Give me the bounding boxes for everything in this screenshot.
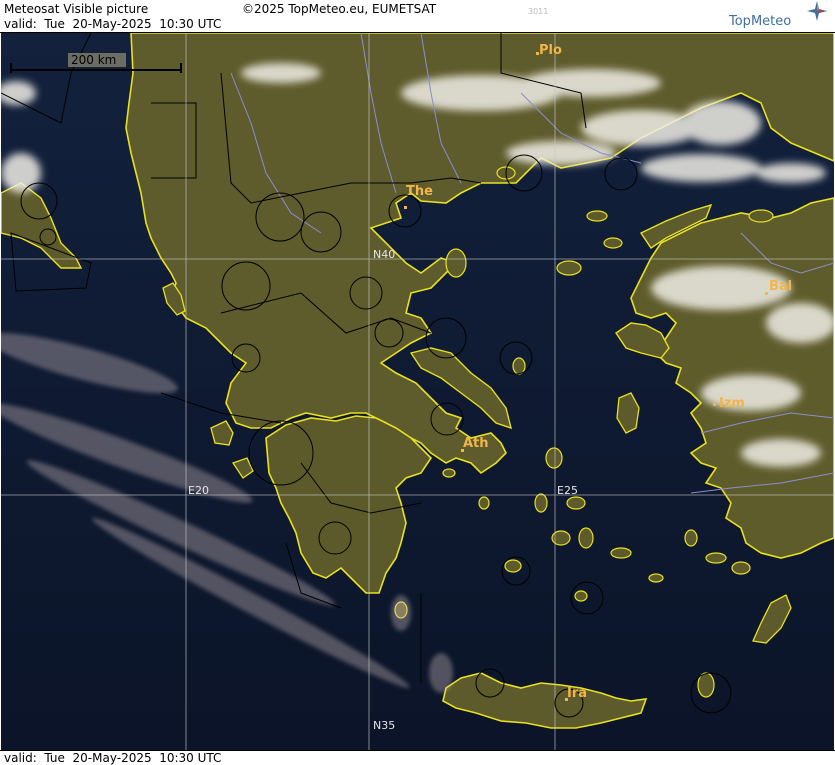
- copyright-text: ©2025 TopMeteo.eu, EUMETSAT: [242, 2, 437, 16]
- city-label-bal[interactable]: Bal: [769, 279, 792, 294]
- city-label-izm[interactable]: Izm: [719, 396, 745, 411]
- grid-label-e20: E20: [188, 484, 209, 497]
- footer-valid-time: valid: Tue 20-May-2025 10:30 UTC: [4, 751, 222, 765]
- grid-label-e25: E25: [557, 484, 578, 497]
- header-bar: Meteosat Visible picture ©2025 TopMeteo.…: [0, 0, 835, 33]
- footer-bar: valid: Tue 20-May-2025 10:30 UTC: [0, 750, 835, 765]
- topmeteo-logo[interactable]: TopMeteo: [729, 1, 829, 31]
- city-label-ath[interactable]: Ath: [463, 436, 489, 451]
- city-label-the[interactable]: The: [406, 184, 433, 199]
- scale-label: 200 km: [71, 53, 116, 67]
- city-label-plo[interactable]: Plo: [539, 43, 562, 58]
- map-canvas: N40 N35 E20 E25 200 km Plo The Bal Izm A…: [1, 33, 834, 750]
- valid-time: valid: Tue 20-May-2025 10:30 UTC: [4, 17, 222, 31]
- logo-text: TopMeteo: [729, 14, 792, 29]
- grid-label-n40: N40: [373, 248, 395, 261]
- city-label-ira[interactable]: Ira: [567, 686, 587, 701]
- compass-star-icon: [807, 1, 827, 21]
- satellite-map[interactable]: N40 N35 E20 E25 200 km Plo The Bal Izm A…: [1, 33, 834, 750]
- grid-label-n35: N35: [373, 719, 395, 732]
- product-title: Meteosat Visible picture: [4, 2, 149, 16]
- product-code: 3011: [528, 7, 549, 16]
